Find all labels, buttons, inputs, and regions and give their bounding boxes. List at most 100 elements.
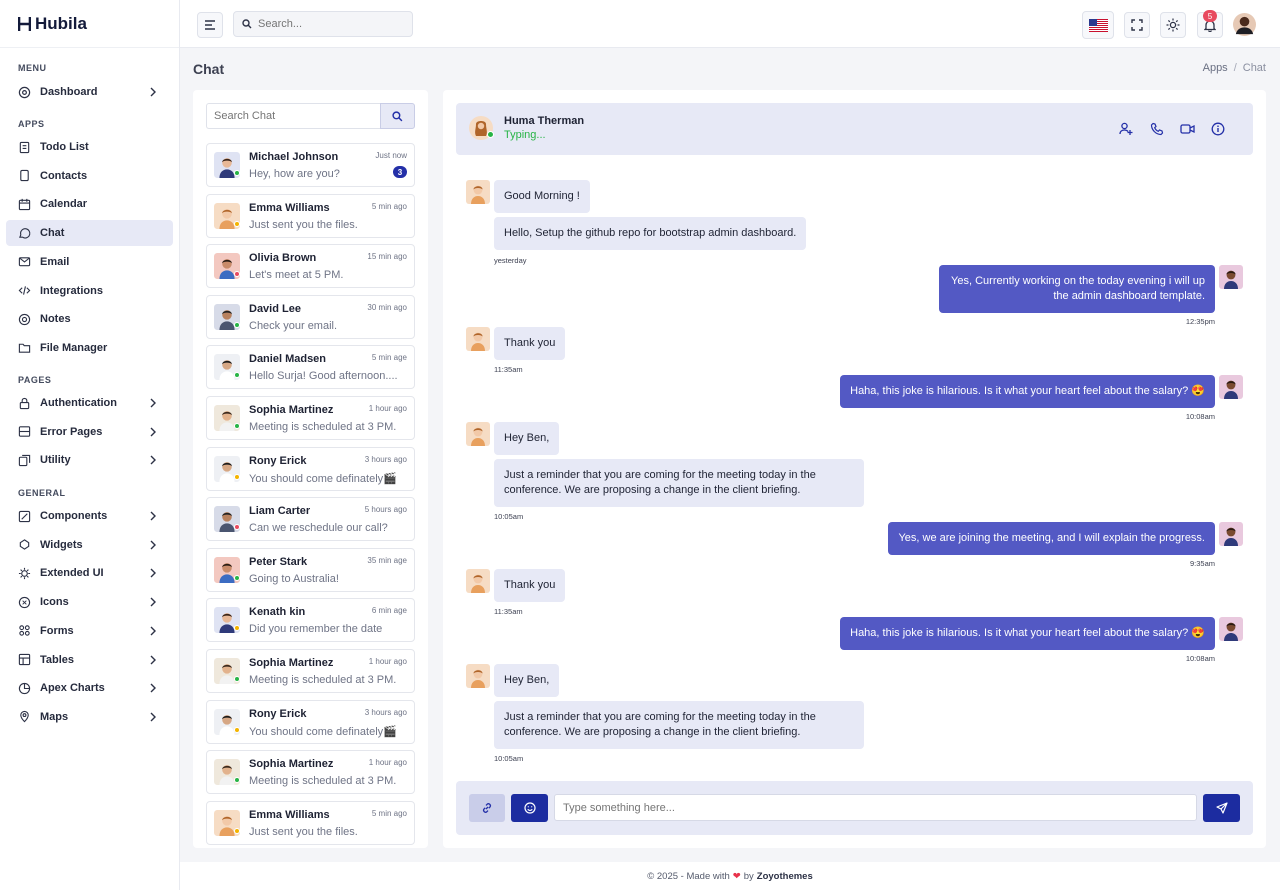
sidebar-item-apex-charts[interactable]: Apex Charts (6, 675, 173, 701)
last-message: Just sent you the files. (249, 825, 358, 838)
search-icon (242, 19, 252, 29)
chat-list-item[interactable]: Sophia Martinez Meeting is scheduled at 3… (206, 750, 415, 795)
avatar (466, 180, 490, 204)
brand-logo[interactable]: Hubila (0, 0, 179, 48)
chat-search-button[interactable] (380, 103, 415, 129)
fullscreen-button[interactable] (1124, 12, 1150, 38)
notification-count-badge: 5 (1203, 10, 1217, 22)
info-icon[interactable] (1211, 122, 1225, 136)
sidebar-item-utility[interactable]: Utility (6, 447, 173, 473)
message-timestamp: 9:35am (1189, 559, 1215, 568)
chevron-right-icon (150, 655, 156, 664)
logo-icon (18, 16, 31, 31)
video-call-icon[interactable] (1180, 122, 1195, 136)
sidebar-item-integrations[interactable]: Integrations (6, 278, 173, 304)
sidebar-item-tables[interactable]: Tables (6, 647, 173, 673)
sidebar-item-components[interactable]: Components (6, 503, 173, 529)
sidebar: Hubila MENU Dashboard APPS Todo List Cont… (0, 0, 180, 890)
last-message: Meeting is scheduled at 3 PM. (249, 421, 397, 433)
add-user-icon[interactable] (1119, 122, 1133, 136)
avatar (466, 664, 490, 688)
sidebar-item-chat[interactable]: Chat (6, 220, 173, 247)
message-timestamp: 11:35am (494, 365, 523, 374)
sidebar-item-extended-ui[interactable]: Extended UI (6, 560, 173, 586)
send-button[interactable] (1203, 794, 1240, 822)
sidebar-item-contacts[interactable]: Contacts (6, 163, 173, 189)
last-message: Let's meet at 5 PM. (249, 269, 344, 282)
chat-list-item[interactable]: Kenath kin Did you remember the date 6 min… (206, 598, 415, 643)
sidebar-item-error-pages[interactable]: Error Pages (6, 419, 173, 445)
chat-list-item[interactable]: Rony Erick You should come definately🎬 3 h… (206, 699, 415, 744)
sidebar-item-email[interactable]: Email (6, 249, 173, 275)
sidebar-item-label: Components (40, 510, 108, 522)
sidebar-item-notes[interactable]: Notes (6, 306, 173, 332)
message-time: 6 min age (371, 606, 407, 616)
todo-list-icon (19, 141, 30, 153)
message-input[interactable] (554, 794, 1197, 821)
status-dot (234, 220, 240, 227)
user-avatar[interactable] (1233, 13, 1256, 36)
last-message: You should come definately🎬 (249, 725, 397, 738)
language-button[interactable] (1082, 11, 1114, 39)
emoji-button[interactable] (511, 794, 548, 822)
sidebar-item-file-manager[interactable]: File Manager (6, 335, 173, 361)
breadcrumb-chat: Chat (1242, 62, 1266, 74)
forms-icon (19, 625, 30, 636)
last-message: Did you remember the date (249, 623, 383, 636)
top-search[interactable] (233, 11, 413, 37)
chat-list-item[interactable]: Michael Johnson Hey, how are you? Just now… (206, 143, 415, 187)
sidebar-item-todo-list[interactable]: Todo List (6, 134, 173, 160)
message-timestamp: 10:08am (1185, 412, 1215, 421)
phone-icon[interactable] (1150, 122, 1164, 136)
topbar: 5 (180, 0, 1280, 48)
incoming-message: Just a reminder that you are coming for … (494, 701, 864, 749)
sender-avatar (466, 180, 490, 204)
sidebar-item-label: Calendar (40, 198, 88, 211)
sidebar-item-label: Integrations (40, 284, 103, 297)
chat-search-input[interactable] (206, 103, 380, 129)
attach-button[interactable] (469, 794, 505, 822)
incoming-message: Hey Ben, (494, 422, 560, 455)
sidebar-item-dashboard[interactable]: Dashboard (6, 79, 173, 105)
message-composer (456, 781, 1253, 835)
chat-list-item[interactable]: Sophia Martinez Meeting is scheduled at 3… (206, 649, 415, 693)
sidebar-item-label: Extended UI (40, 567, 104, 580)
sidebar-item-calendar[interactable]: Calendar (6, 191, 173, 217)
chevron-right-icon (150, 511, 156, 521)
chat-list-item[interactable]: Olivia Brown Let's meet at 5 PM. 15 min ag… (206, 244, 415, 289)
sidebar-item-maps[interactable]: Maps (6, 704, 173, 730)
chat-list-item[interactable]: Peter Stark Going to Australia! 35 min age (206, 547, 415, 592)
icons-icon (18, 596, 31, 608)
sidebar-item-authentication[interactable]: Authentication (6, 390, 173, 416)
incoming-message: Hello, Setup the github repo for bootstr… (494, 217, 807, 250)
message-timestamp: 12:35pm (1185, 317, 1215, 326)
page-title: Chat (193, 61, 225, 77)
chat-list-item[interactable]: Rony Erick You should come definately🎬 3 h… (206, 446, 415, 491)
chat-list-item[interactable]: David Lee Check your email. 30 min ago (206, 294, 415, 339)
search-input[interactable] (258, 18, 398, 30)
sender-avatar (466, 569, 490, 593)
sidebar-item-widgets[interactable]: Widgets (6, 532, 173, 558)
chat-list-item[interactable]: Daniel Madsen Hello Surja! Good afternoon… (206, 345, 415, 390)
chat-list-item[interactable]: Emma Williams Just sent you the files. 5 m… (206, 800, 415, 845)
message-time: 5 hours ago (364, 505, 407, 515)
notes-icon (18, 313, 31, 325)
brand-name: Hubila (35, 13, 87, 33)
avatar (1233, 13, 1256, 36)
chat-list-item[interactable]: Liam Carter Can we reschedule our call? 5 … (206, 497, 415, 542)
apps-heading: APPS (18, 119, 45, 129)
smile-icon (523, 802, 536, 814)
sidebar-item-icons[interactable]: Icons (6, 589, 173, 615)
us-flag-icon (1088, 18, 1108, 32)
message-time: 30 min ago (367, 302, 407, 312)
sidebar-item-forms[interactable]: Forms (6, 618, 173, 644)
chat-list-item[interactable]: Sophia Martinez Meeting is scheduled at 3… (206, 396, 415, 440)
menu-heading: MENU (18, 63, 47, 73)
breadcrumb-apps[interactable]: Apps (1203, 62, 1228, 74)
breadcrumb: Apps / Chat (1203, 62, 1266, 74)
avatar (1219, 617, 1243, 641)
menu-toggle-button[interactable] (197, 12, 223, 38)
chat-list-item[interactable]: Emma Williams Just sent you the files. 5 m… (206, 193, 415, 238)
theme-toggle-button[interactable] (1160, 12, 1186, 38)
footer-author[interactable]: Zoyothemes (757, 871, 813, 882)
